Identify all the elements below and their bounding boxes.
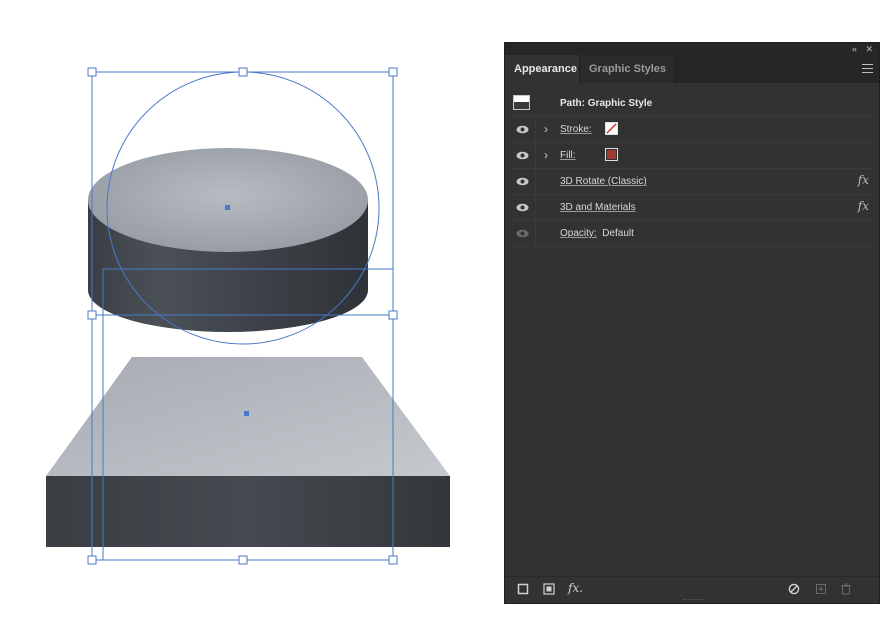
appearance-row-3d-rotate[interactable]: 3D Rotate (Classic) fx [511,169,875,195]
resize-grip[interactable] [683,599,703,603]
visibility-eye-icon[interactable] [516,125,529,134]
handle-middle-right[interactable] [388,310,398,320]
slab-front-face [46,476,450,547]
effect-3d-materials-label[interactable]: 3D and Materials [560,201,636,214]
appearance-panel: « ✕ Appearance Graphic Styles Path: Grap… [504,42,880,604]
add-effect-icon[interactable]: fx. [568,581,583,595]
artboard[interactable] [0,0,500,615]
clear-appearance-icon[interactable] [788,583,800,595]
handle-top-center[interactable] [238,67,248,77]
tab-appearance[interactable]: Appearance [505,55,586,83]
cylinder-top [88,148,368,252]
appearance-row-fill[interactable]: › Fill: [511,143,875,169]
center-point-cylinder [225,205,230,210]
tab-graphic-styles[interactable]: Graphic Styles [579,55,677,83]
center-point-slab [244,411,249,416]
handle-bottom-right[interactable] [388,555,398,565]
stroke-swatch[interactable] [605,122,618,135]
cylinder-object[interactable] [88,148,368,332]
handle-bottom-left[interactable] [87,555,97,565]
appearance-row-stroke[interactable]: › Stroke: [511,117,875,143]
appearance-list: Path: Graphic Style › Stroke: › Fill: 3D… [511,91,875,247]
add-new-fill-icon[interactable] [543,583,555,595]
fx-icon[interactable]: fx [858,199,869,213]
artboard-canvas[interactable] [0,0,500,615]
chevron-right-icon[interactable]: › [544,122,548,136]
close-icon[interactable]: ✕ [865,43,873,55]
slab-object[interactable] [46,357,450,547]
fill-label[interactable]: Fill: [560,149,576,162]
collapse-icon[interactable]: « [852,43,857,55]
panel-footer: fx. [505,576,879,603]
fill-swatch[interactable] [605,148,618,161]
opacity-value: Default [602,228,634,239]
appearance-row-opacity[interactable]: Opacity: Default [511,221,875,247]
panel-tabs: Appearance Graphic Styles [505,55,879,83]
chevron-right-icon[interactable]: › [544,148,548,162]
visibility-eye-icon[interactable] [516,151,529,160]
opacity-label[interactable]: Opacity: Default [560,227,634,240]
duplicate-item-icon[interactable] [815,583,827,595]
slab-top-face [46,357,450,476]
handle-middle-left[interactable] [87,310,97,320]
graphic-style-thumbnail [513,95,530,110]
stroke-label[interactable]: Stroke: [560,123,592,136]
effect-3d-rotate-label[interactable]: 3D Rotate (Classic) [560,175,647,188]
appearance-row-3d-materials[interactable]: 3D and Materials fx [511,195,875,221]
visibility-eye-icon[interactable] [516,177,529,186]
handle-top-right[interactable] [388,67,398,77]
fx-icon[interactable]: fx [858,173,869,187]
handle-bottom-center[interactable] [238,555,248,565]
panel-menu-icon[interactable] [862,64,873,73]
appearance-header-row[interactable]: Path: Graphic Style [511,91,875,117]
appearance-header-title: Path: Graphic Style [560,98,653,109]
add-new-stroke-icon[interactable] [517,583,529,595]
visibility-eye-icon[interactable] [516,203,529,212]
delete-item-icon[interactable] [840,583,852,595]
panel-title-bar[interactable]: « ✕ [505,43,879,55]
handle-top-left[interactable] [87,67,97,77]
visibility-eye-icon[interactable] [516,229,529,238]
